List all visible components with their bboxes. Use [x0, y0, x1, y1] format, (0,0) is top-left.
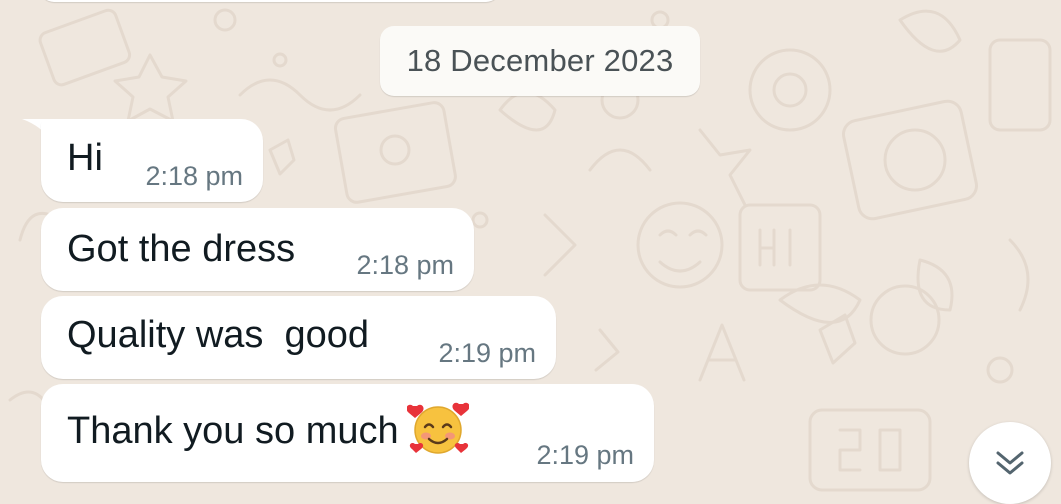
scroll-to-bottom-button[interactable]: [969, 422, 1051, 504]
message-time: 2:19 pm: [438, 338, 536, 368]
message-time: 2:18 pm: [145, 161, 243, 191]
smiling-face-with-hearts-icon: [406, 402, 469, 454]
date-divider-label: 18 December 2023: [406, 43, 674, 78]
message-text-content: Thank you so much: [67, 410, 399, 453]
message-bubble[interactable]: Quality was good 2:19 pm: [41, 296, 556, 379]
double-chevron-down-icon: [996, 451, 1024, 475]
previous-message-bubble-edge: [40, 0, 500, 2]
message-bubble[interactable]: Hi 2:18 pm: [41, 119, 263, 202]
message-bubble[interactable]: Thank you so much 2:19 pm: [41, 384, 654, 482]
message-time: 2:18 pm: [356, 250, 454, 280]
message-text: Hi: [67, 137, 103, 179]
date-divider: 18 December 2023: [380, 26, 700, 96]
message-time: 2:19 pm: [536, 440, 634, 470]
message-text: Quality was good: [67, 314, 370, 356]
message-bubble[interactable]: Got the dress 2:18 pm: [41, 208, 474, 291]
message-text: Thank you so much: [67, 402, 469, 456]
message-text: Got the dress: [67, 228, 296, 270]
